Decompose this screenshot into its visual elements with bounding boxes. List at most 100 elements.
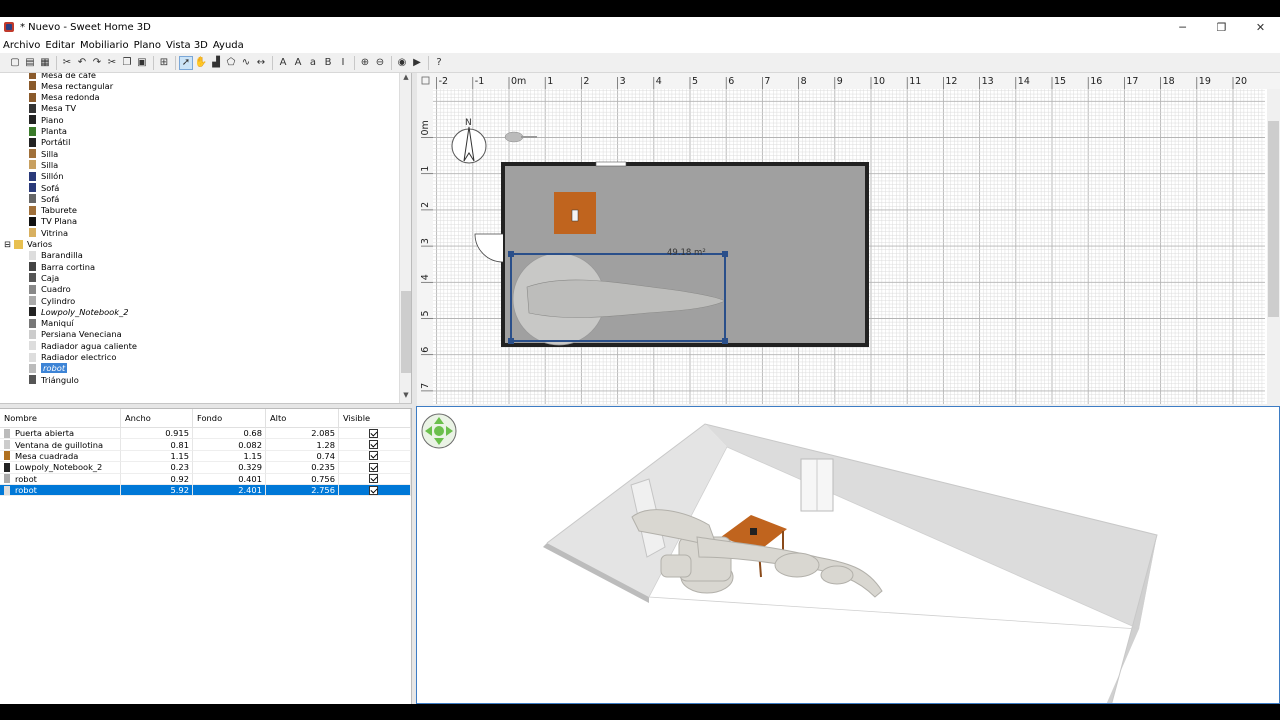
copy-icon[interactable]: ❐ [120, 56, 134, 70]
catalog-scrollbar[interactable]: ▲ ▼ [399, 73, 411, 403]
furniture-row[interactable]: Lowpoly_Notebook_2 0.23 0.329 0.235 [0, 462, 411, 474]
column-header-visible[interactable]: Visible [339, 409, 411, 428]
create-walls-icon[interactable]: ▟ [209, 56, 223, 70]
cut-icon[interactable]: ✂ [105, 56, 119, 70]
catalog-item[interactable]: Mesa TV [28, 103, 76, 114]
bold-icon[interactable]: B [321, 56, 335, 70]
catalog-item[interactable]: Sillón [28, 171, 64, 182]
catalog-item[interactable]: Sofá [28, 193, 59, 204]
create-dimensions-icon[interactable]: ↔ [254, 56, 268, 70]
visible-cell [339, 439, 411, 451]
furniture-row[interactable]: Puerta abierta 0.915 0.68 2.085 [0, 428, 411, 440]
navigation-arrows[interactable] [421, 413, 457, 449]
catalog-item-label: Radiador electrico [41, 352, 117, 362]
select-icon[interactable]: ➚ [179, 55, 193, 70]
create-rooms-icon[interactable]: ⬠ [224, 56, 238, 70]
undo-icon[interactable]: ↶ [75, 56, 89, 70]
catalog-item[interactable]: Caja [28, 272, 59, 283]
zoom-in-icon[interactable]: ⊕ [358, 56, 372, 70]
add-text-icon[interactable]: A [276, 56, 290, 70]
help-icon[interactable]: ? [432, 56, 446, 70]
catalog-item[interactable]: robot [28, 363, 68, 374]
catalog-item[interactable]: Radiador agua caliente [28, 340, 137, 351]
catalog-item[interactable]: Lowpoly_Notebook_2 [28, 306, 128, 317]
catalog-item[interactable]: Piano [28, 114, 64, 125]
photo-icon[interactable]: ◉ [395, 56, 409, 70]
visible-checkbox[interactable] [369, 451, 378, 461]
video-icon[interactable]: ▶ [410, 56, 424, 70]
visible-checkbox[interactable] [369, 428, 378, 438]
catalog-item[interactable]: TV Plana [28, 216, 77, 227]
catalog-item[interactable]: Cylindro [28, 295, 75, 306]
menu-plano[interactable]: Plano [134, 40, 161, 51]
catalog-item-label: Mesa rectangular [41, 80, 114, 91]
column-header-height[interactable]: Alto [266, 409, 339, 428]
decrease-text-icon[interactable]: a [306, 56, 320, 70]
scroll-up-arrow[interactable]: ▲ [400, 73, 411, 83]
menu-vista-3d[interactable]: Vista 3D [166, 40, 208, 51]
column-header-width[interactable]: Ancho [121, 409, 193, 428]
zoom-out-icon[interactable]: ⊖ [373, 56, 387, 70]
catalog-item[interactable]: Persiana Veneciana [28, 329, 122, 340]
column-header-depth[interactable]: Fondo [193, 409, 266, 428]
minimize-button[interactable]: ─ [1163, 17, 1202, 37]
new-icon[interactable]: ▢ [8, 56, 22, 70]
catalog-item[interactable]: Mesa rectangular [28, 80, 113, 91]
furniture-row[interactable]: robot 0.92 0.401 0.756 [0, 473, 411, 485]
catalog-item[interactable]: Silla [28, 159, 58, 170]
increase-text-icon[interactable]: A [291, 56, 305, 70]
catalog-item[interactable]: Sofá [28, 182, 59, 193]
catalog-item[interactable]: Cuadro [28, 284, 71, 295]
create-polylines-icon[interactable]: ∿ [239, 56, 253, 70]
menu-editar[interactable]: Editar [45, 40, 75, 51]
plan-canvas[interactable]: -2 -1 0m 1 2 3 4 5 6 7 8 9 10 11 12 13 14 15 16 17 18 19 200m1… [417, 73, 1280, 404]
catalog-item[interactable]: Mesa redonda [28, 92, 100, 103]
paste-icon[interactable]: ▣ [135, 56, 149, 70]
catalog-item[interactable]: Triángulo [28, 374, 79, 385]
maximize-button[interactable]: ❐ [1202, 17, 1241, 37]
close-button[interactable]: ✕ [1241, 17, 1280, 37]
scroll-thumb[interactable] [401, 291, 411, 373]
catalog-item[interactable]: Planta [28, 126, 67, 137]
furniture-row[interactable]: Ventana de guillotina 0.81 0.082 1.28 [0, 439, 411, 451]
catalog-item[interactable]: Barandilla [28, 250, 83, 261]
catalog-item[interactable]: Barra cortina [28, 261, 95, 272]
room-3d [543, 423, 1158, 703]
save-icon[interactable]: ▦ [38, 56, 52, 70]
add-furniture-icon[interactable]: ⊞ [157, 56, 171, 70]
visible-checkbox[interactable] [369, 474, 378, 484]
visible-checkbox[interactable] [369, 462, 378, 472]
column-header-name[interactable]: Nombre [0, 409, 121, 428]
notebook-plan [571, 209, 579, 222]
name-cell: robot [0, 485, 121, 497]
menu-mobiliario[interactable]: Mobiliario [80, 40, 129, 51]
3d-view[interactable] [416, 406, 1280, 704]
catalog-item[interactable]: Silla [28, 148, 58, 159]
catalog-item[interactable]: Taburete [28, 205, 77, 216]
pan-icon[interactable]: ✋ [194, 56, 208, 70]
menu-archivo[interactable]: Archivo [3, 40, 40, 51]
expander-icon[interactable]: ⊟ [4, 239, 11, 249]
open-icon[interactable]: ▤ [23, 56, 37, 70]
catalog-item[interactable]: Mesa de café [28, 73, 96, 80]
name-cell: Mesa cuadrada [0, 450, 121, 463]
menu-ayuda[interactable]: Ayuda [213, 40, 244, 51]
catalog-item[interactable]: ⊟ Varios [4, 239, 52, 250]
furniture-row[interactable]: Mesa cuadrada 1.15 1.15 0.74 [0, 450, 411, 463]
visible-checkbox[interactable] [369, 485, 378, 495]
catalog-item[interactable]: Maniquí [28, 318, 74, 329]
3d-canvas[interactable] [417, 407, 1280, 704]
furniture-row[interactable]: robot 5.92 2.401 2.756 [0, 485, 411, 497]
catalog-item[interactable]: Radiador electrico [28, 352, 116, 363]
catalog-item[interactable]: Vitrina [28, 227, 68, 238]
ruler-x-label: 13 [982, 76, 994, 87]
cut-tool-icon[interactable]: ✂ [60, 56, 74, 70]
width-cell: 0.915 [121, 428, 193, 440]
italic-icon[interactable]: I [336, 56, 350, 70]
scroll-down-arrow[interactable]: ▼ [400, 391, 411, 401]
plan-view[interactable]: -2 -1 0m 1 2 3 4 5 6 7 8 9 10 11 12 13 14 15 16 17 18 19 20 0m 1… [417, 73, 1280, 404]
catalog-item[interactable]: Portátil [28, 137, 70, 148]
visible-checkbox[interactable] [369, 440, 378, 450]
redo-icon[interactable]: ↷ [90, 56, 104, 70]
armchair-icon [29, 171, 36, 181]
